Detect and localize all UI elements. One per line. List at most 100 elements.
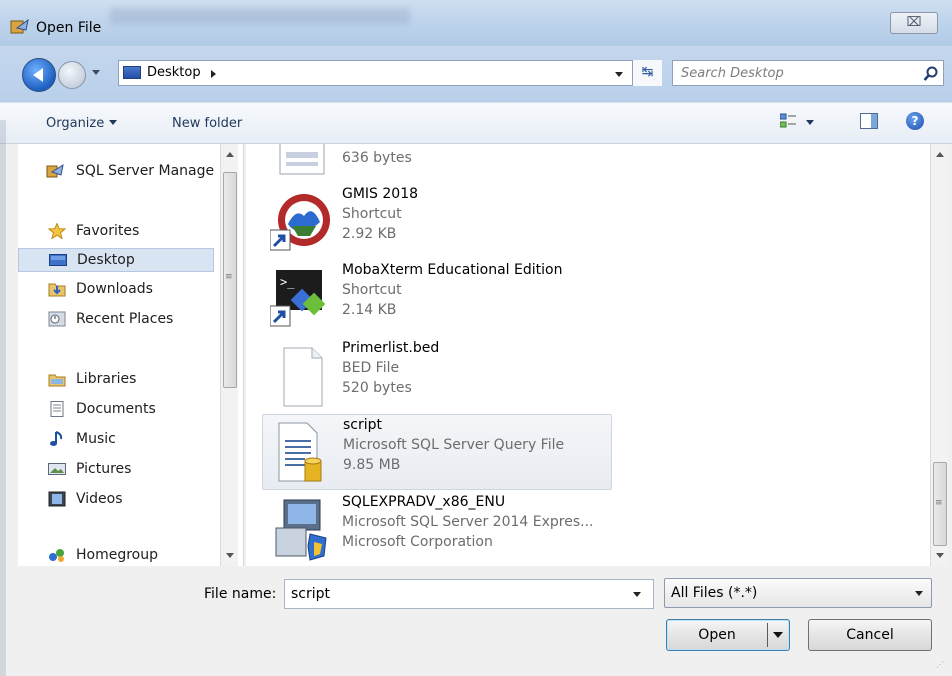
nav-item-label: Music	[76, 431, 116, 447]
sql-server-icon	[10, 18, 29, 34]
nav-item-label: Libraries	[76, 371, 137, 387]
nav-item-downloads[interactable]: Downloads	[18, 278, 214, 302]
pictures-icon	[48, 463, 66, 475]
help-icon[interactable]: ?	[906, 112, 924, 130]
list-item[interactable]: SQLEXPRADV_x86_ENU Microsoft SQL Server …	[262, 492, 612, 566]
file-name-combobox[interactable]	[284, 579, 654, 609]
file-type: Microsoft SQL Server Query File	[343, 437, 565, 453]
file-size: 2.14 KB	[342, 302, 397, 318]
address-bar[interactable]: Desktop	[118, 60, 662, 86]
nav-item-label: SQL Server Manage	[76, 163, 215, 179]
chevron-down-icon	[109, 120, 118, 125]
nav-item-desktop[interactable]: Desktop	[18, 248, 214, 272]
organize-label: Organize	[46, 116, 105, 131]
forward-button[interactable]	[58, 61, 86, 89]
nav-item-pictures[interactable]: Pictures	[18, 458, 214, 482]
organize-button[interactable]: Organize	[46, 116, 118, 131]
chevron-down-icon[interactable]	[915, 591, 923, 596]
file-name: script	[343, 417, 383, 433]
list-item[interactable]: GMIS 2018 Shortcut 2.92 KB	[262, 184, 612, 260]
desktop-icon	[49, 254, 67, 266]
blank-file-icon	[283, 347, 323, 407]
svg-text:>_: >_	[280, 275, 295, 289]
file-name: SQLEXPRADV_x86_ENU	[342, 494, 506, 510]
file-name: GMIS 2018	[342, 186, 419, 202]
list-item[interactable]: 636 bytes	[262, 144, 612, 184]
file-type: Shortcut	[342, 282, 402, 298]
navigation-pane: SQL Server Manage Favorites Desktop Down…	[18, 144, 244, 566]
list-item[interactable]: >_ MobaXterm Educational Edition Shortcu…	[262, 260, 612, 336]
scroll-up-arrow-icon[interactable]	[226, 152, 234, 157]
downloads-folder-icon	[48, 283, 66, 297]
sql-server-icon	[46, 163, 64, 178]
homegroup-icon	[49, 549, 64, 562]
recent-locations-dropdown-icon[interactable]	[92, 70, 100, 75]
grip-icon: ≡	[935, 498, 943, 508]
refresh-button[interactable]: ↹	[632, 60, 662, 86]
nav-item-documents[interactable]: Documents	[18, 398, 214, 422]
view-options-dropdown-icon[interactable]	[806, 120, 814, 125]
title-bar	[0, 0, 952, 46]
change-view-icon[interactable]	[780, 113, 796, 129]
nav-item-label: Homegroup	[76, 547, 159, 563]
nav-item-videos[interactable]: Videos	[18, 488, 214, 512]
list-item[interactable]: Primerlist.bed BED File 520 bytes	[262, 338, 612, 414]
new-folder-button[interactable]: New folder	[172, 116, 242, 131]
nav-item-music[interactable]: Music	[18, 428, 214, 452]
chevron-down-icon[interactable]	[633, 592, 641, 597]
file-type-filter-value: All Files (*.*)	[671, 585, 758, 601]
background-blur	[110, 8, 410, 24]
scroll-up-arrow-icon[interactable]	[936, 152, 944, 157]
nav-item-homegroup[interactable]: Homegroup	[18, 544, 214, 566]
desktop-icon	[123, 66, 141, 79]
split-divider	[767, 623, 768, 647]
search-box[interactable]	[672, 60, 944, 86]
address-dropdown-icon[interactable]	[615, 72, 623, 77]
window-title: Open File	[36, 20, 102, 36]
close-button[interactable]: ⌧	[890, 12, 938, 34]
nav-item-sql-server[interactable]: SQL Server Manage	[18, 160, 214, 184]
list-item-selected[interactable]: script Microsoft SQL Server Query File 9…	[262, 414, 612, 490]
file-type: BED File	[342, 360, 400, 376]
breadcrumb-desktop[interactable]: Desktop	[147, 65, 201, 80]
search-icon[interactable]	[923, 66, 939, 82]
nav-item-label: Documents	[76, 401, 156, 417]
file-name-input[interactable]	[291, 585, 611, 603]
file-name: Primerlist.bed	[342, 340, 440, 356]
open-options-dropdown-icon[interactable]	[773, 632, 783, 638]
file-type: Microsoft SQL Server 2014 Expres...	[342, 514, 594, 530]
libraries-icon	[48, 374, 66, 387]
scroll-down-arrow-icon[interactable]	[936, 553, 944, 558]
nav-item-libraries[interactable]: Libraries	[18, 368, 214, 392]
nav-item-favorites[interactable]: Favorites	[18, 220, 214, 244]
open-button-label: Open	[698, 627, 736, 643]
file-type-filter[interactable]: All Files (*.*)	[664, 578, 932, 608]
chevron-right-icon[interactable]	[211, 70, 216, 78]
file-name-label: File name:	[204, 586, 277, 602]
installer-icon	[275, 499, 327, 561]
open-button[interactable]: Open	[666, 619, 790, 651]
file-publisher: Microsoft Corporation	[342, 534, 493, 550]
file-size: 9.85 MB	[343, 457, 401, 473]
scroll-down-arrow-icon[interactable]	[226, 553, 234, 558]
resize-grip-icon[interactable]: ⋰	[936, 660, 944, 669]
emblem-shortcut-icon	[270, 194, 330, 251]
nav-item-recent-places[interactable]: Recent Places	[18, 308, 214, 332]
nav-item-label: Desktop	[77, 252, 135, 268]
file-size: 2.92 KB	[342, 226, 397, 242]
cancel-button[interactable]: Cancel	[808, 619, 932, 651]
file-list-scrollbar[interactable]: ≡	[930, 144, 948, 566]
star-icon	[48, 223, 66, 239]
text-file-icon	[279, 144, 325, 175]
documents-icon	[50, 401, 64, 417]
mobaxterm-shortcut-icon: >_	[270, 270, 326, 327]
window-edge	[0, 120, 6, 676]
preview-pane-icon[interactable]	[860, 113, 878, 129]
music-icon	[50, 431, 63, 446]
back-button[interactable]	[22, 58, 56, 92]
grip-icon: ≡	[225, 272, 233, 282]
search-input[interactable]	[681, 64, 911, 82]
nav-item-label: Downloads	[76, 281, 153, 297]
navigation-scrollbar[interactable]: ≡	[220, 144, 238, 566]
recent-places-icon	[48, 311, 66, 327]
